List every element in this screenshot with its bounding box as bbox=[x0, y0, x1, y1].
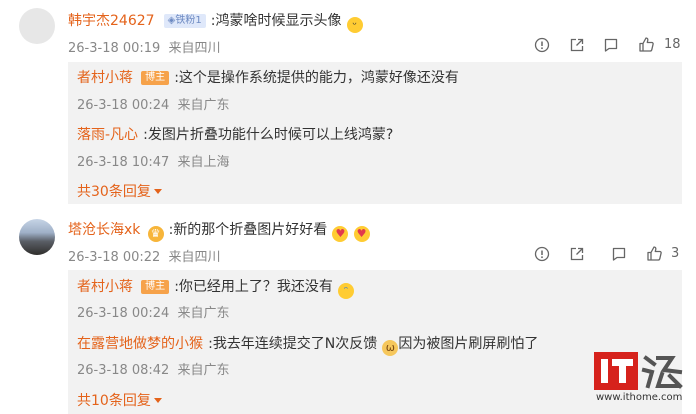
more-replies-link[interactable]: 共30条回复 bbox=[77, 181, 162, 201]
reply-location: 来自广东 bbox=[177, 98, 230, 113]
ithome-url: www.ithome.com bbox=[596, 392, 683, 403]
chevron-down-icon bbox=[153, 189, 162, 194]
heart-eyes-emoji-icon: ♥ bbox=[332, 226, 349, 242]
comment-date: 26-3-18 00:19 bbox=[68, 41, 161, 56]
share-icon[interactable] bbox=[569, 246, 585, 262]
reply-text: 这个是操作系统提供的能力，鸿蒙好像还没有 bbox=[178, 70, 459, 86]
reply-author[interactable]: 者村小蒋 bbox=[77, 70, 133, 86]
reply-author[interactable]: 在露营地做梦的小猴 bbox=[77, 336, 203, 352]
host-badge: 博主 bbox=[141, 71, 170, 85]
comment-header: 塔沧长海xk ♛ :新的那个折叠图片好好看 ♥ ♥ bbox=[68, 219, 370, 242]
reply-meta: 26-3-18 00:24 来自广东 bbox=[77, 94, 230, 113]
chevron-down-icon bbox=[153, 398, 162, 403]
reply-header: 者村小蒋 博主 :你已经用上了？我还没有 ᵔ bbox=[77, 276, 354, 299]
reply-header: 落雨-凡心 :发图片折叠功能什么时候可以上线鸿蒙? bbox=[77, 124, 393, 144]
reply-location: 来自广东 bbox=[177, 363, 230, 378]
comment-location: 来自四川 bbox=[168, 41, 221, 56]
reply-location: 来自广东 bbox=[177, 306, 230, 321]
crown-badge-icon: ♛ bbox=[147, 226, 164, 242]
share-icon[interactable] bbox=[569, 37, 585, 53]
reply-date: 26-3-18 10:47 bbox=[77, 155, 170, 170]
reply-text: 发图片折叠功能什么时候可以上线鸿蒙? bbox=[147, 127, 394, 143]
host-badge: 博主 bbox=[141, 280, 170, 294]
comment-author[interactable]: 塔沧长海xk bbox=[68, 222, 140, 238]
like-count: 18 bbox=[664, 37, 681, 52]
like-icon[interactable] bbox=[646, 245, 663, 262]
reply-text-tail: 因为被图片刷屏刷怕了 bbox=[398, 336, 539, 352]
reply-author[interactable]: 者村小蒋 bbox=[77, 279, 133, 295]
comment-date: 26-3-18 00:22 bbox=[68, 250, 161, 265]
ithome-logo-icon bbox=[594, 352, 683, 390]
more-replies-label: 共30条回复 bbox=[77, 184, 151, 200]
comment-header: 韩宇杰24627 ◈铁粉1 :鸿蒙啥时候显示头像 ᵕ bbox=[68, 10, 363, 33]
reply-meta: 26-3-18 08:42 来自广东 bbox=[77, 359, 230, 378]
comment-meta: 26-3-18 00:22 来自四川 bbox=[68, 246, 221, 265]
fan-badge: ◈铁粉1 bbox=[163, 14, 206, 28]
crying-emoji-icon: ᵔ bbox=[338, 283, 354, 299]
reply-date: 26-3-18 00:24 bbox=[77, 98, 170, 113]
report-icon[interactable] bbox=[534, 37, 550, 53]
comment-text: 鸿蒙啥时候显示头像 bbox=[215, 13, 342, 29]
reply-header: 在露营地做梦的小猴 :我去年连续提交了N次反馈 ω 因为被图片刷屏刷怕了 bbox=[77, 333, 538, 356]
comment-meta: 26-3-18 00:19 来自四川 bbox=[68, 37, 221, 56]
comment-text: 新的那个折叠图片好好看 bbox=[173, 222, 328, 238]
reply-author[interactable]: 落雨-凡心 bbox=[77, 127, 138, 143]
avatar[interactable] bbox=[19, 8, 55, 44]
ithome-watermark: www.ithome.com bbox=[592, 350, 688, 406]
reply-date: 26-3-18 08:42 bbox=[77, 363, 170, 378]
reply-location: 来自上海 bbox=[177, 155, 230, 170]
like-icon[interactable] bbox=[638, 36, 655, 53]
reply-header: 者村小蒋 博主 :这个是操作系统提供的能力，鸿蒙好像还没有 bbox=[77, 67, 459, 87]
laughing-emoji-icon: ᵕ bbox=[346, 17, 363, 33]
like-count: 3 bbox=[671, 246, 680, 261]
more-replies-link[interactable]: 共10条回复 bbox=[77, 390, 162, 410]
heart-eyes-emoji-icon: ♥ bbox=[353, 226, 370, 242]
comment-author[interactable]: 韩宇杰24627 bbox=[68, 13, 155, 29]
avatar[interactable] bbox=[19, 219, 55, 255]
report-icon[interactable] bbox=[534, 246, 550, 262]
reply-meta: 26-3-18 10:47 来自上海 bbox=[77, 151, 230, 170]
reply-date: 26-3-18 00:24 bbox=[77, 306, 170, 321]
comment-icon[interactable] bbox=[603, 37, 619, 53]
comment-icon[interactable] bbox=[611, 246, 627, 262]
reply-text: 你已经用上了？我还没有 bbox=[178, 279, 333, 295]
reply-text: 我去年连续提交了N次反馈 bbox=[212, 336, 378, 352]
cat-emoji-icon: ω bbox=[382, 340, 399, 356]
more-replies-label: 共10条回复 bbox=[77, 393, 151, 409]
reply-meta: 26-3-18 00:24 来自广东 bbox=[77, 302, 230, 321]
comment-location: 来自四川 bbox=[168, 250, 221, 265]
